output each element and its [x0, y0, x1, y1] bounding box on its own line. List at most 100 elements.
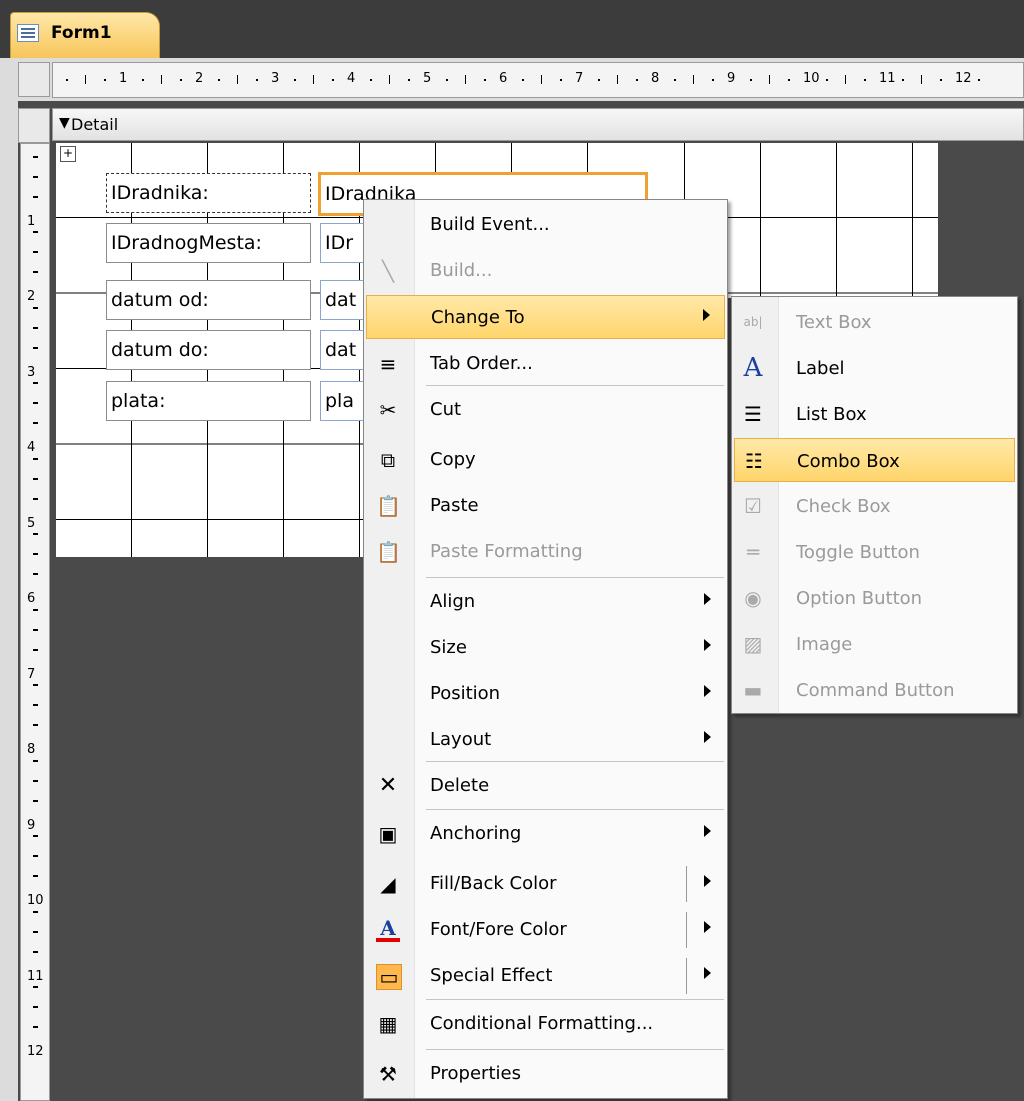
font-color-icon: A — [376, 918, 400, 942]
ruler-tick — [33, 684, 38, 686]
left-frame — [0, 58, 18, 1101]
submenu-item-check-box[interactable]: ☑ Check Box — [734, 484, 1015, 528]
section-selector[interactable] — [18, 108, 50, 143]
build-event-icon — [376, 213, 400, 237]
ruler-tick — [978, 79, 980, 81]
ruler-tick — [33, 457, 38, 460]
submenu-item-command-button[interactable]: ▬ Command Button — [734, 668, 1015, 712]
label-idradnogmesta[interactable]: IDradnogMesta: — [106, 223, 311, 263]
submenu-item-image[interactable]: ▨ Image — [734, 622, 1015, 666]
menu-item-conditional-formatting[interactable]: ▦ Conditional Formatting... — [366, 1002, 725, 1046]
submenu-arrow-icon — [704, 921, 711, 933]
ruler-tick — [674, 79, 676, 81]
ruler-tick — [446, 79, 448, 81]
ruler-number: 6 — [499, 71, 508, 86]
menu-item-tab-order[interactable]: ≡ Tab Order... — [366, 342, 725, 386]
label-datum-od[interactable]: datum od: — [106, 280, 311, 320]
horizontal-ruler[interactable]: 1 2 3 4 5 6 7 8 9 10 11 12 — [52, 62, 1024, 98]
menu-item-label: Fill/Back Color — [430, 873, 557, 894]
submenu-item-label: List Box — [796, 404, 867, 425]
ruler-tick — [693, 75, 694, 84]
menu-item-build-event[interactable]: Build Event... — [366, 203, 725, 247]
menu-item-label: Copy — [430, 449, 476, 470]
menu-item-cut[interactable]: ✂ Cut — [366, 388, 725, 432]
ruler-tick — [85, 75, 86, 84]
ruler-tick — [332, 79, 334, 81]
menu-item-paste-formatting[interactable]: 📋 Paste Formatting — [366, 530, 725, 574]
ruler-tick — [598, 79, 600, 81]
menu-separator — [426, 577, 724, 578]
ruler-number: 9 — [727, 71, 736, 86]
label-plata[interactable]: plata: — [106, 381, 311, 421]
ruler-tick — [33, 553, 38, 555]
ruler-tick — [750, 79, 752, 81]
menu-item-paste[interactable]: 📋 Paste — [366, 484, 725, 528]
form-selector[interactable] — [18, 62, 50, 97]
menu-item-font-fore-color[interactable]: A Font/Fore Color — [366, 908, 725, 952]
ruler-tick — [484, 79, 486, 81]
ruler-tick — [617, 75, 618, 84]
ruler-tick — [33, 1006, 38, 1008]
menu-item-delete[interactable]: ✕ Delete — [366, 764, 725, 808]
submenu-arrow-icon — [704, 967, 711, 979]
ruler-tick — [33, 855, 38, 857]
ruler-tick — [33, 195, 38, 198]
paste-formatting-icon: 📋 — [376, 540, 401, 564]
ruler-tick — [33, 326, 38, 329]
ruler-number: 4 — [347, 71, 356, 86]
submenu-item-text-box[interactable]: ab| Text Box — [734, 300, 1015, 344]
submenu-item-label: Label — [796, 358, 845, 379]
ruler-number: 5 — [27, 515, 36, 531]
submenu-item-label: Combo Box — [797, 451, 900, 472]
submenu-item-toggle-button[interactable]: ═ Toggle Button — [734, 530, 1015, 574]
list-box-icon: ☰ — [744, 402, 762, 426]
ruler-tick — [33, 759, 38, 762]
menu-item-build[interactable]: ╲ Build... — [366, 249, 725, 293]
menu-item-label: Size — [430, 637, 467, 658]
submenu-item-option-button[interactable]: ◉ Option Button — [734, 576, 1015, 620]
properties-icon: ⚒ — [379, 1062, 397, 1086]
ruler-number: 12 — [955, 71, 972, 86]
tab-title: Form1 — [51, 23, 112, 43]
ruler-number: 10 — [27, 893, 44, 908]
detail-section-bar[interactable]: ▼ Detail — [52, 108, 1024, 141]
submenu-item-combo-box[interactable]: ☷ Combo Box — [734, 438, 1015, 482]
submenu-arrow-icon — [704, 825, 711, 837]
move-handle-icon[interactable]: + — [60, 146, 76, 162]
ruler-tick — [33, 306, 38, 309]
submenu-item-label[interactable]: A Label — [734, 346, 1015, 390]
combo-box-icon: ☷ — [745, 449, 763, 473]
ruler-tick — [33, 402, 38, 404]
menu-item-special-effect[interactable]: ▭ Special Effect — [366, 954, 725, 998]
ruler-number: 12 — [27, 1044, 44, 1059]
menu-item-copy[interactable]: ⧉ Copy — [366, 438, 725, 482]
ruler-tick — [142, 79, 144, 81]
ruler-number: 8 — [27, 742, 36, 757]
menu-item-properties[interactable]: ⚒ Properties — [366, 1052, 725, 1096]
label-datum-do[interactable]: datum do: — [106, 330, 311, 370]
ruler-tick — [940, 79, 942, 81]
menu-item-label: Delete — [430, 775, 490, 796]
label-idradnika[interactable]: IDradnika: — [106, 173, 311, 213]
menu-item-layout[interactable]: Layout — [366, 718, 725, 762]
ruler-tick — [33, 497, 38, 500]
ruler-tick — [33, 271, 38, 273]
ruler-tick — [389, 75, 390, 84]
option-button-icon: ◉ — [744, 586, 762, 610]
menu-item-position[interactable]: Position — [366, 672, 725, 716]
ruler-number: 5 — [423, 71, 432, 86]
ruler-tick — [560, 79, 562, 81]
vertical-ruler[interactable]: 1 2 3 4 5 6 7 8 9 10 11 12 — [20, 143, 50, 1101]
tab-form1[interactable]: Form1 — [10, 12, 160, 58]
menu-item-change-to[interactable]: Change To — [366, 295, 725, 339]
image-icon: ▨ — [743, 632, 763, 656]
change-to-submenu: ab| Text Box A Label ☰ List Box ☷ Combo Box ☑ Che… — [731, 296, 1018, 714]
menu-item-align[interactable]: Align — [366, 580, 725, 624]
menu-item-fill-back-color[interactable]: ◢ Fill/Back Color — [366, 862, 725, 906]
submenu-item-list-box[interactable]: ☰ List Box — [734, 392, 1015, 436]
menu-item-anchoring[interactable]: ▣ Anchoring — [366, 812, 725, 856]
menu-item-size[interactable]: Size — [366, 626, 725, 670]
section-label: Detail — [71, 115, 119, 134]
ruler-tick — [294, 79, 296, 81]
menu-separator — [426, 385, 724, 386]
